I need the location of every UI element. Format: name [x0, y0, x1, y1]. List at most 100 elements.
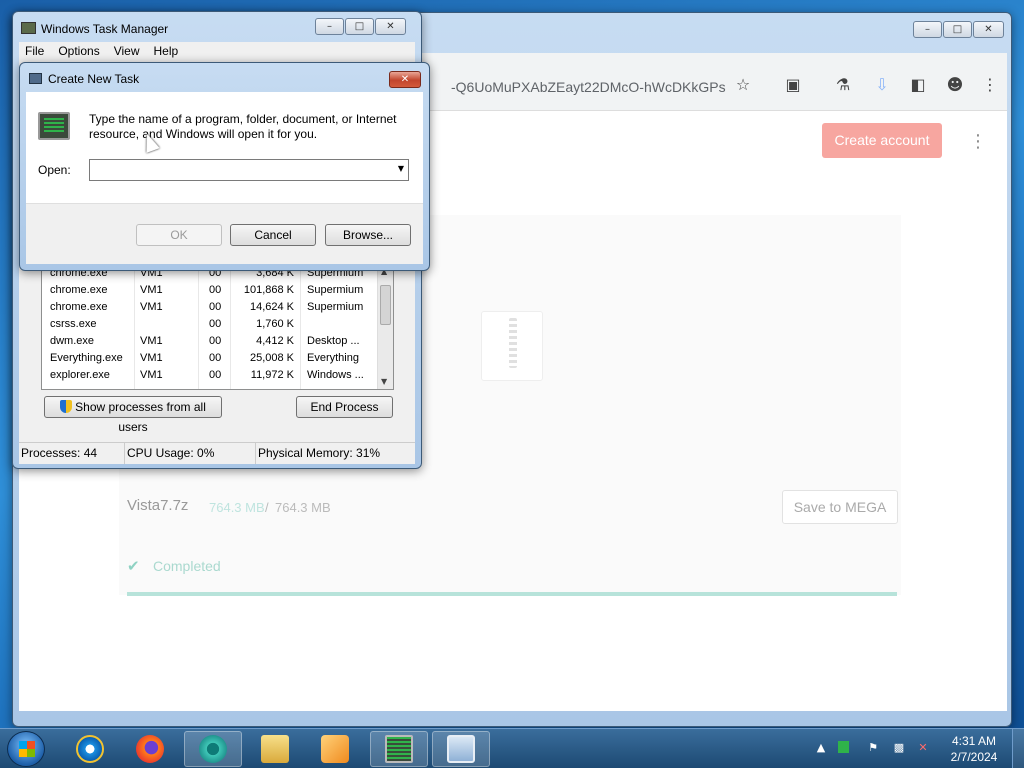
bookmark-star-icon[interactable]: ☆ [733, 75, 753, 95]
show-hidden-icons-icon[interactable]: ▲ [814, 741, 828, 755]
process-row[interactable]: chrome.exe VM1 00 101,868 K Supermium [42, 282, 393, 299]
taskbar-browser[interactable] [184, 731, 242, 767]
open-label: Open: [38, 163, 71, 177]
profile-icon[interactable]: ☻ [945, 75, 965, 95]
create-new-task-dialog: Create New Task ✕ Type the name of a pro… [19, 62, 430, 271]
task-manager-menubar: File Options View Help [19, 42, 415, 60]
dialog-close-button[interactable]: ✕ [389, 71, 421, 88]
open-input[interactable] [93, 161, 383, 179]
close-button[interactable]: ✕ [375, 18, 406, 35]
maximize-button[interactable]: □ [943, 21, 972, 38]
process-name: explorer.exe [50, 369, 110, 381]
extensions-icon[interactable]: ▣ [783, 75, 803, 95]
page-menu-icon[interactable]: ⋮ [969, 131, 987, 152]
process-name: Everything.exe [50, 352, 123, 364]
menu-help[interactable]: Help [154, 42, 179, 60]
volume-muted-icon[interactable]: ✕ [916, 741, 930, 755]
process-name: chrome.exe [50, 301, 108, 313]
process-memory: 14,624 K [249, 301, 294, 313]
process-description: Everything [307, 352, 359, 364]
process-user: VM1 [140, 284, 163, 296]
open-combobox[interactable]: ▼ [89, 159, 409, 181]
internet-explorer-icon [76, 735, 104, 763]
taskbar-media-player[interactable] [306, 731, 364, 767]
minimize-button[interactable]: – [913, 21, 942, 38]
taskbar-task-manager[interactable] [370, 731, 428, 767]
status-memory: Physical Memory: 31% [258, 446, 381, 460]
browse-button[interactable]: Browse... [325, 224, 411, 246]
minimize-button[interactable]: – [315, 18, 344, 35]
process-memory: 1,760 K [256, 318, 294, 330]
show-desktop-button[interactable] [1012, 729, 1024, 768]
process-cpu: 00 [209, 318, 222, 330]
labs-flask-icon[interactable]: ⚗ [833, 75, 853, 95]
process-user: VM1 [140, 352, 163, 364]
status-cpu: CPU Usage: 0% [125, 443, 256, 464]
taskbar-firefox[interactable] [121, 731, 179, 767]
process-rows: chrome.exe VM1 00 3,684 K Supermium chrome.ex… [42, 265, 393, 384]
process-user: VM1 [140, 369, 163, 381]
close-button[interactable]: ✕ [973, 21, 1004, 38]
process-list-scrollbar[interactable]: ▲ ▼ [377, 265, 393, 389]
run-dialog-icon [447, 735, 475, 763]
action-center-flag-icon[interactable]: ⚑ [866, 741, 880, 755]
system-clock[interactable]: 4:31 AM 2/7/2024 [944, 733, 1004, 765]
network-icon[interactable]: ▩ [892, 741, 906, 755]
tray-task-manager-icon[interactable] [838, 741, 849, 753]
process-memory: 11,972 K [250, 369, 294, 381]
taskbar-internet-explorer[interactable] [61, 731, 119, 767]
uac-shield-icon [60, 400, 73, 413]
clock-date: 2/7/2024 [950, 750, 998, 764]
download-progress-bar [127, 592, 897, 596]
process-row[interactable]: explorer.exe VM1 00 11,972 K Windows ... [42, 367, 393, 384]
process-row[interactable]: csrss.exe 00 1,760 K [42, 316, 393, 333]
download-progress-fill [127, 592, 897, 596]
process-name: chrome.exe [50, 284, 108, 296]
save-to-mega-button[interactable]: Save to MEGA [782, 490, 898, 524]
task-manager-statusbar: Processes: 44 CPU Usage: 0% Physical Mem… [19, 442, 415, 464]
process-description: Supermium [307, 301, 364, 313]
ok-button[interactable]: OK [136, 224, 222, 246]
download-icon[interactable]: ⇩ [872, 75, 892, 95]
file-name: Vista7.7z [127, 497, 189, 514]
scroll-thumb[interactable] [380, 285, 391, 325]
firefox-icon [136, 735, 164, 763]
process-cpu: 00 [209, 301, 222, 313]
menu-file[interactable]: File [25, 42, 44, 60]
scroll-down-icon[interactable]: ▼ [381, 377, 387, 386]
address-bar-url[interactable]: -Q6UoMuPXAbZEayt22DMcO-hWcDKkGPs [451, 79, 726, 95]
process-name: dwm.exe [50, 335, 95, 347]
browser-menu-icon[interactable]: ⋮ [980, 75, 1000, 95]
process-memory: 4,412 K [256, 335, 294, 347]
task-manager-icon [21, 22, 36, 34]
dialog-caption-buttons: ✕ [389, 71, 421, 88]
start-orb-icon[interactable] [7, 731, 45, 767]
task-manager-icon [385, 735, 413, 763]
process-row[interactable]: chrome.exe VM1 00 14,624 K Supermium [42, 299, 393, 316]
process-row[interactable]: dwm.exe VM1 00 4,412 K Desktop ... [42, 333, 393, 350]
taskbar: ▲ ⚑ ▩ ✕ 4:31 AM 2/7/2024 [0, 728, 1024, 768]
check-icon: ✔ [127, 557, 140, 575]
dialog-title: Create New Task [48, 72, 140, 86]
side-panel-icon[interactable]: ◧ [908, 75, 928, 95]
menu-options[interactable]: Options [58, 42, 99, 60]
downloaded-size: 764.3 MB [209, 500, 265, 515]
task-manager-title: Windows Task Manager [41, 22, 169, 36]
show-all-processes-button[interactable]: Show processes from all users [44, 396, 222, 434]
taskbar-run-dialog[interactable] [432, 731, 490, 767]
chevron-down-icon[interactable]: ▼ [398, 164, 404, 173]
process-row[interactable]: Everything.exe VM1 00 25,008 K Everything [42, 350, 393, 367]
chromium-browser-icon [199, 735, 227, 763]
maximize-button[interactable]: □ [345, 18, 374, 35]
dialog-description: Type the name of a program, folder, docu… [89, 112, 397, 141]
end-process-button[interactable]: End Process [296, 396, 393, 418]
menu-view[interactable]: View [114, 42, 140, 60]
cancel-button[interactable]: Cancel [230, 224, 316, 246]
create-account-button[interactable]: Create account [822, 123, 942, 158]
taskbar-file-explorer[interactable] [246, 731, 304, 767]
browser-caption-buttons: – □ ✕ [913, 21, 1004, 38]
dialog-footer: OK Cancel Browse... [26, 203, 423, 264]
process-description: Windows ... [307, 369, 364, 381]
clock-time: 4:31 AM [951, 734, 997, 748]
media-player-icon [321, 735, 349, 763]
